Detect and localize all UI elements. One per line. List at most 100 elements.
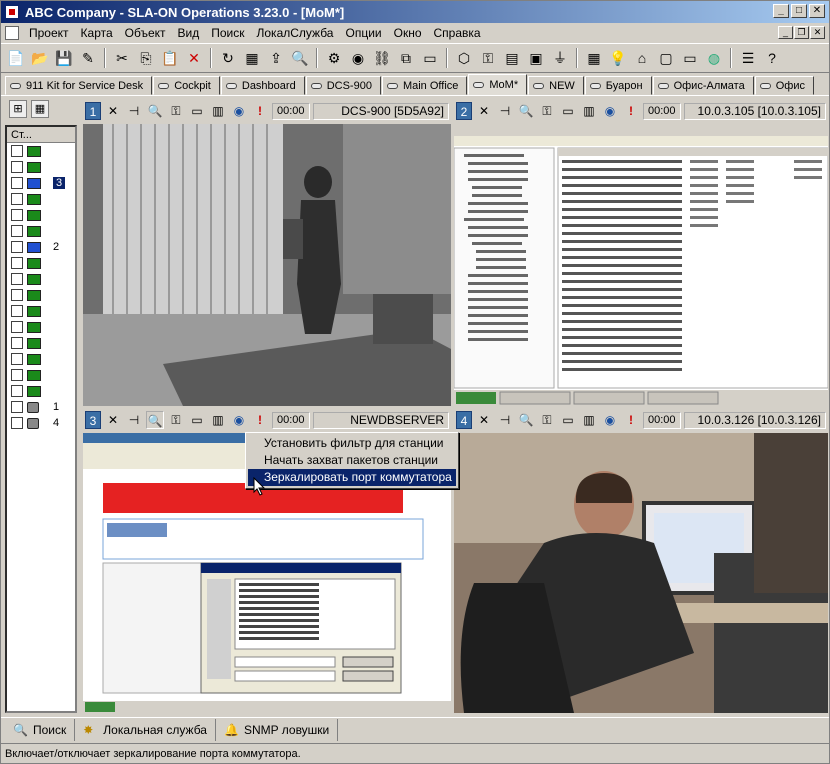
pin-icon[interactable]: ⊣ bbox=[125, 411, 143, 429]
help-icon[interactable]: ? bbox=[761, 47, 783, 69]
pin-icon[interactable]: ⊣ bbox=[125, 102, 143, 120]
station-row[interactable] bbox=[7, 159, 75, 175]
globe-icon[interactable]: ◍ bbox=[703, 47, 725, 69]
screen-icon[interactable]: ▭ bbox=[559, 102, 577, 120]
station-row[interactable] bbox=[7, 367, 75, 383]
refresh-icon[interactable]: ↻ bbox=[217, 47, 239, 69]
station-row[interactable] bbox=[7, 271, 75, 287]
menu-options[interactable]: Опции bbox=[339, 26, 387, 40]
mdi-minimize-button[interactable]: _ bbox=[778, 26, 793, 39]
list-icon[interactable]: ☰ bbox=[737, 47, 759, 69]
chart-icon[interactable]: ▥ bbox=[209, 102, 227, 120]
chart-icon[interactable]: ▥ bbox=[209, 411, 227, 429]
copy-icon[interactable]: ⎘ bbox=[135, 47, 157, 69]
station-list[interactable]: Ст... 3 2 1 4 bbox=[5, 125, 77, 713]
key-icon[interactable]: ⚿ bbox=[538, 411, 556, 429]
close-icon[interactable]: ✕ bbox=[475, 411, 493, 429]
station-checkbox[interactable] bbox=[11, 177, 23, 189]
export-icon[interactable]: ⇪ bbox=[265, 47, 287, 69]
camera-view[interactable] bbox=[83, 124, 451, 406]
station-row[interactable] bbox=[7, 303, 75, 319]
link-icon[interactable]: ⬡ bbox=[453, 47, 475, 69]
station-checkbox[interactable] bbox=[11, 225, 23, 237]
station-row[interactable]: 1 bbox=[7, 399, 75, 415]
search-panel-button[interactable]: 🔍 Поиск bbox=[5, 718, 76, 741]
tab-911-kit[interactable]: 911 Kit for Service Desk bbox=[5, 76, 153, 95]
camera-view[interactable] bbox=[454, 433, 828, 713]
search-icon[interactable]: 🔍 bbox=[289, 47, 311, 69]
camera-icon[interactable]: ◉ bbox=[347, 47, 369, 69]
station-checkbox[interactable] bbox=[11, 401, 23, 413]
station-row[interactable] bbox=[7, 383, 75, 399]
save-icon[interactable]: 💾 bbox=[53, 47, 75, 69]
zoom-icon[interactable]: 🔍 bbox=[146, 102, 164, 120]
hub-icon[interactable]: ⧉ bbox=[395, 47, 417, 69]
close-button[interactable]: ✕ bbox=[809, 4, 825, 18]
eye-icon[interactable]: ◉ bbox=[230, 411, 248, 429]
chart-icon[interactable]: ▥ bbox=[580, 102, 598, 120]
key-icon[interactable]: ⚿ bbox=[167, 102, 185, 120]
zoom-icon[interactable]: 🔍 bbox=[517, 411, 535, 429]
menu-view[interactable]: Вид bbox=[172, 26, 206, 40]
zoom-icon[interactable]: 🔍 bbox=[146, 411, 164, 429]
station-checkbox[interactable] bbox=[11, 273, 23, 285]
bulb-icon[interactable]: 💡 bbox=[607, 47, 629, 69]
station-row[interactable] bbox=[7, 351, 75, 367]
wand-icon[interactable]: ✎ bbox=[77, 47, 99, 69]
delete-icon[interactable]: ✕ bbox=[183, 47, 205, 69]
station-checkbox[interactable] bbox=[11, 209, 23, 221]
new-icon[interactable]: 📄 bbox=[5, 47, 27, 69]
properties-icon[interactable]: ▦ bbox=[241, 47, 263, 69]
screen-icon[interactable]: ▭ bbox=[559, 411, 577, 429]
mdi-restore-button[interactable]: ❐ bbox=[794, 26, 809, 39]
station-checkbox[interactable] bbox=[11, 193, 23, 205]
station-row[interactable] bbox=[7, 287, 75, 303]
menu-item-mirror-switch-port[interactable]: Зеркалировать порт коммутатора bbox=[248, 469, 456, 486]
tab-cockpit[interactable]: Cockpit bbox=[153, 76, 220, 95]
station-row[interactable] bbox=[7, 223, 75, 239]
pin-icon[interactable]: ⊣ bbox=[496, 102, 514, 120]
station-list-header[interactable]: Ст... bbox=[7, 127, 75, 143]
close-icon[interactable]: ✕ bbox=[104, 411, 122, 429]
maximize-button[interactable]: □ bbox=[791, 4, 807, 18]
eye-icon[interactable]: ◉ bbox=[601, 411, 619, 429]
key-icon[interactable]: ⚿ bbox=[477, 47, 499, 69]
tab-office[interactable]: Офис bbox=[754, 76, 814, 95]
station-row[interactable] bbox=[7, 319, 75, 335]
remote-screen-view[interactable] bbox=[454, 124, 828, 406]
menu-object[interactable]: Объект bbox=[119, 26, 172, 40]
key-icon[interactable]: ⚿ bbox=[538, 102, 556, 120]
menu-localservice[interactable]: ЛокалСлужба bbox=[251, 26, 340, 40]
station-row[interactable]: 4 bbox=[7, 415, 75, 431]
station-checkbox[interactable] bbox=[11, 337, 23, 349]
snmp-traps-button[interactable]: 🔔 SNMP ловушки bbox=[216, 718, 339, 741]
cut-icon[interactable]: ✂ bbox=[111, 47, 133, 69]
tab-buaron[interactable]: Буарон bbox=[584, 76, 652, 95]
close-icon[interactable]: ✕ bbox=[104, 102, 122, 120]
menu-window[interactable]: Окно bbox=[388, 26, 428, 40]
station-checkbox[interactable] bbox=[11, 161, 23, 173]
station-row[interactable]: 2 bbox=[7, 239, 75, 255]
eye-icon[interactable]: ◉ bbox=[601, 102, 619, 120]
station-checkbox[interactable] bbox=[11, 145, 23, 157]
alert-icon[interactable]: ! bbox=[251, 411, 269, 429]
station-row[interactable] bbox=[7, 255, 75, 271]
station-checkbox[interactable] bbox=[11, 385, 23, 397]
home-icon[interactable]: ⌂ bbox=[631, 47, 653, 69]
station-row[interactable] bbox=[7, 335, 75, 351]
station-row[interactable] bbox=[7, 207, 75, 223]
station-checkbox[interactable] bbox=[11, 417, 23, 429]
tab-dashboard[interactable]: Dashboard bbox=[220, 76, 305, 95]
menu-map[interactable]: Карта bbox=[75, 26, 119, 40]
station-checkbox[interactable] bbox=[11, 289, 23, 301]
tab-main-office[interactable]: Main Office bbox=[381, 76, 468, 95]
station-row[interactable] bbox=[7, 143, 75, 159]
station-checkbox[interactable] bbox=[11, 321, 23, 333]
alert-icon[interactable]: ! bbox=[622, 102, 640, 120]
station-checkbox[interactable] bbox=[11, 257, 23, 269]
window-icon[interactable]: ▢ bbox=[655, 47, 677, 69]
menu-item-start-packet-capture[interactable]: Начать захват пакетов станции bbox=[248, 452, 456, 469]
plug-icon[interactable]: ⏚ bbox=[549, 47, 571, 69]
menu-help[interactable]: Справка bbox=[428, 26, 487, 40]
mdi-close-button[interactable]: ✕ bbox=[810, 26, 825, 39]
